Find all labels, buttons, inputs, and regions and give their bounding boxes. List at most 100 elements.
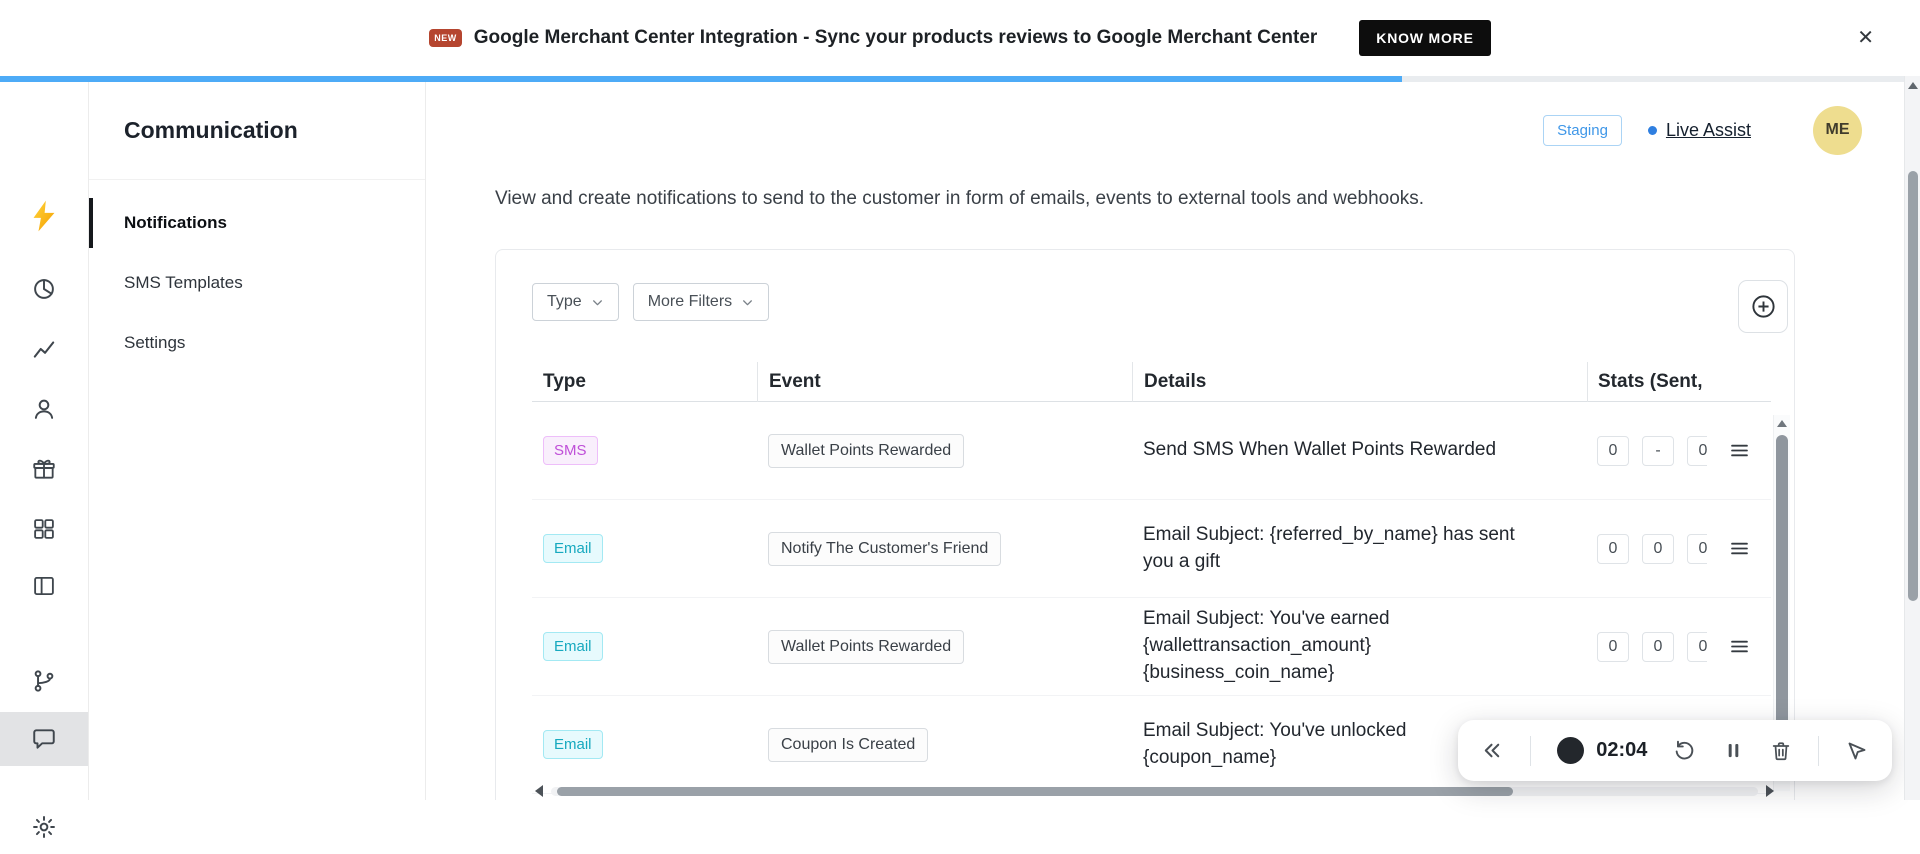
page-description: View and create notifications to send to…	[495, 188, 1425, 209]
stat-box: 0	[1597, 631, 1629, 662]
add-notification-button[interactable]	[1738, 280, 1788, 333]
stat-box: 0	[1597, 435, 1629, 466]
plus-circle-icon	[1750, 293, 1777, 320]
details-text: Email Subject: You've earned {wallettran…	[1143, 608, 1390, 683]
event-tag: Wallet Points Rewarded	[768, 629, 965, 664]
know-more-button[interactable]: KNOW MORE	[1359, 20, 1491, 56]
icon-sidebar	[0, 82, 89, 838]
column-header-type: Type	[543, 371, 586, 392]
type-badge: Email	[543, 632, 603, 661]
table-row: SMS Wallet Points Rewarded Send SMS When…	[532, 402, 1771, 500]
stat-box: 0	[1687, 533, 1707, 564]
sidebar-item-pages[interactable]	[0, 559, 88, 613]
scroll-right-arrow[interactable]	[1766, 785, 1774, 797]
line-chart-icon	[31, 336, 57, 362]
type-badge: Email	[543, 730, 603, 759]
horizontal-scrollbar-track[interactable]	[551, 786, 1758, 796]
table-row: Email Notify The Customer's Friend Email…	[532, 500, 1771, 598]
stats-group: 0-0	[1587, 435, 1707, 466]
rewind-icon[interactable]	[1481, 739, 1504, 762]
chevron-down-icon	[591, 296, 604, 309]
sidebar-item-label: Notifications	[124, 213, 227, 232]
cursor-icon[interactable]	[1845, 739, 1869, 763]
app-logo[interactable]	[0, 189, 88, 243]
event-tag: Notify The Customer's Friend	[768, 531, 1002, 566]
scroll-up-arrow[interactable]	[1777, 420, 1787, 427]
pie-chart-icon	[31, 276, 57, 302]
section-title: Communication	[124, 117, 298, 143]
sidebar-item-analytics[interactable]	[0, 322, 88, 376]
stat-box: 0	[1687, 435, 1707, 466]
pause-icon[interactable]	[1723, 740, 1744, 761]
scroll-left-arrow[interactable]	[535, 785, 543, 797]
type-filter-label: Type	[547, 293, 582, 310]
page-scrollbar-thumb[interactable]	[1908, 171, 1918, 601]
horizontal-scrollbar-thumb[interactable]	[557, 786, 1513, 796]
stats-group: 000	[1587, 631, 1707, 662]
stat-box: 0	[1642, 631, 1674, 662]
live-assist-link[interactable]: Live Assist	[1666, 120, 1751, 141]
sidebar-item-dashboard[interactable]	[0, 262, 88, 316]
column-header-event: Event	[757, 362, 1132, 402]
apps-grid-icon	[31, 516, 57, 542]
git-branch-icon	[31, 668, 57, 694]
sidebar-item-integrations[interactable]	[0, 654, 88, 708]
chevron-down-icon	[741, 296, 754, 309]
gift-icon	[31, 456, 57, 482]
sidebar-item-settings[interactable]	[0, 800, 88, 854]
main-content: Staging Live Assist ME View and create n…	[426, 82, 1904, 800]
sidebar-item-notifications[interactable]: Notifications	[89, 198, 425, 248]
type-filter-dropdown[interactable]: Type	[532, 283, 619, 321]
environment-badge[interactable]: Staging	[1543, 114, 1622, 146]
type-badge: SMS	[543, 436, 598, 465]
banner-title: Google Merchant Center Integration - Syn…	[473, 27, 1318, 48]
sidebar-item-label: Settings	[124, 333, 186, 352]
sidebar-item-settings[interactable]: Settings	[89, 318, 425, 368]
divider	[1817, 735, 1819, 766]
table-header: Type Event Details Stats (Sent,	[532, 362, 1771, 402]
lightning-logo-icon	[29, 200, 59, 232]
row-menu-button[interactable]	[1729, 636, 1750, 657]
table-horizontal-scrollbar	[535, 785, 1774, 797]
notifications-card: Type More Filters Type Event Details Sta…	[495, 249, 1795, 800]
row-menu-button[interactable]	[1729, 440, 1750, 461]
promo-banner: NEW Google Merchant Center Integration -…	[0, 0, 1920, 76]
recording-timer: 02:04	[1596, 739, 1648, 761]
details-text: Email Subject: {referred_by_name} has se…	[1143, 523, 1515, 572]
sidebar-item-rewards[interactable]	[0, 442, 88, 496]
layout-panel-icon	[31, 573, 57, 599]
details-text: Send SMS When Wallet Points Rewarded	[1143, 439, 1497, 461]
more-filters-label: More Filters	[647, 293, 733, 310]
table-row: Email Wallet Points Rewarded Email Subje…	[532, 598, 1771, 696]
restart-icon[interactable]	[1673, 739, 1696, 762]
column-header-actions	[1707, 362, 1771, 402]
page-scroll-up-arrow[interactable]	[1908, 82, 1918, 89]
column-header-details: Details	[1132, 362, 1587, 402]
row-menu-button[interactable]	[1729, 538, 1750, 559]
type-badge: Email	[543, 534, 603, 563]
avatar[interactable]: ME	[1813, 105, 1862, 155]
record-button[interactable]	[1557, 737, 1585, 764]
gear-icon	[31, 814, 57, 840]
stat-box: 0	[1642, 533, 1674, 564]
sidebar-item-apps[interactable]	[0, 502, 88, 556]
event-tag: Wallet Points Rewarded	[768, 433, 965, 468]
column-header-stats: Stats (Sent,	[1587, 362, 1707, 402]
stat-box: -	[1642, 435, 1674, 466]
stat-box: 0	[1687, 631, 1707, 662]
stats-group: 000	[1587, 533, 1707, 564]
sidebar-item-customers[interactable]	[0, 382, 88, 436]
trash-icon[interactable]	[1770, 740, 1792, 762]
new-icon: NEW	[429, 29, 462, 47]
topbar: Staging Live Assist ME	[426, 82, 1904, 178]
chat-icon	[31, 726, 57, 752]
stat-box: 0	[1597, 533, 1629, 564]
sidebar-item-sms-templates[interactable]: SMS Templates	[89, 258, 425, 308]
close-icon[interactable]: ✕	[1857, 28, 1874, 48]
screen-recorder-toolbar: 02:04	[1458, 720, 1892, 781]
communication-sidebar: Communication Notifications SMS Template…	[89, 82, 426, 800]
more-filters-dropdown[interactable]: More Filters	[632, 283, 770, 321]
sidebar-item-communication[interactable]	[0, 712, 88, 766]
page-scrollbar	[1904, 76, 1920, 800]
live-status-dot	[1647, 125, 1657, 135]
